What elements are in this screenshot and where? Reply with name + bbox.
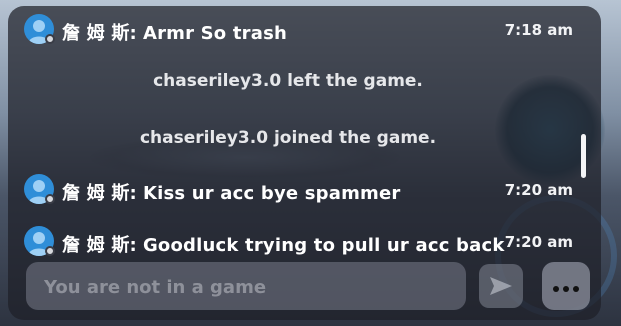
chat-message: 詹 姆 斯: Goodluck trying to pull ur acc bac…: [8, 223, 601, 257]
sender-name[interactable]: 詹 姆 斯:: [62, 235, 137, 256]
chat-message: 詹 姆 斯: Armr So trash 7:18 am: [8, 11, 601, 45]
send-arrow-icon: [490, 277, 512, 295]
chat-panel: 詹 姆 斯: Armr So trash 7:18 am chaseriley3.…: [8, 6, 601, 320]
send-button[interactable]: [479, 264, 523, 308]
system-message: chaseriley3.0 left the game.: [153, 71, 423, 91]
status-dot: [45, 194, 55, 204]
message-text: Kiss ur acc bye spammer: [142, 183, 401, 204]
message-text: Armr So trash: [142, 23, 287, 44]
more-options-button[interactable]: [542, 262, 590, 310]
message-time: 7:20 am: [504, 181, 573, 199]
more-dots-icon: [551, 277, 581, 296]
message-text: Goodluck trying to pull ur acc back: [142, 235, 505, 256]
message-time: 7:18 am: [504, 21, 573, 39]
message-time: 7:20 am: [504, 233, 573, 251]
chat-message: 詹 姆 斯: Kiss ur acc bye spammer 7:20 am: [8, 171, 601, 205]
chat-input-box[interactable]: [26, 262, 466, 312]
chat-scrollbar[interactable]: [581, 134, 586, 178]
system-message: chaseriley3.0 joined the game.: [139, 128, 437, 148]
status-dot: [45, 34, 55, 44]
sender-name[interactable]: 詹 姆 斯:: [62, 183, 137, 204]
status-dot: [45, 246, 55, 256]
sender-name[interactable]: 詹 姆 斯:: [62, 23, 137, 44]
chat-input[interactable]: [42, 262, 456, 312]
